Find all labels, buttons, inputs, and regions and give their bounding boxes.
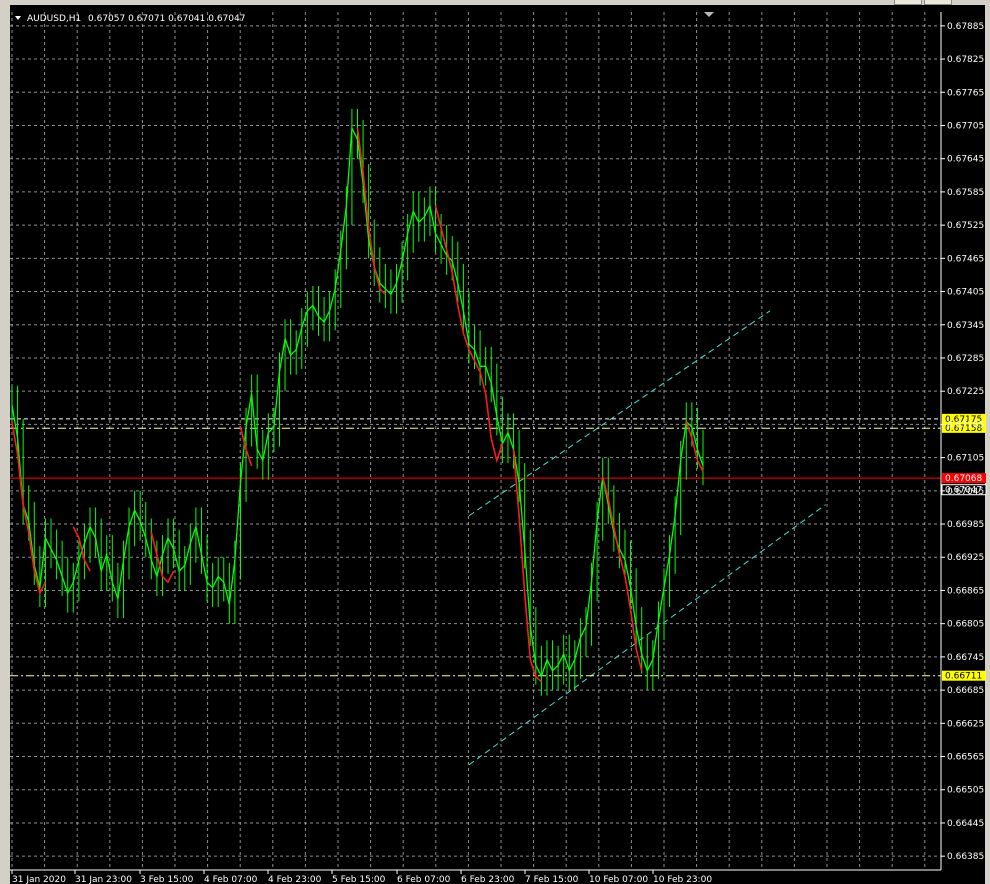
price-tick-label: 0.67885 [947,22,984,32]
price-tick-label: 0.66925 [947,553,984,563]
price-tick-label: 0.67465 [947,254,984,264]
price-label-text: 0.66711 [945,672,982,682]
time-tick-label: 7 Feb 15:00 [525,875,579,884]
price-tick-label: 0.66685 [947,686,984,696]
price-tick-label: 0.66985 [947,520,984,530]
price-tick-label: 0.66805 [947,620,984,630]
price-tick-label: 0.67345 [947,321,984,331]
symbol-label: AUDUSD,H1 [27,14,81,24]
price-tick-label: 0.67525 [947,221,984,231]
time-tick-label: 6 Feb 07:00 [397,875,451,884]
price-label-text: 0.67068 [945,474,982,484]
price-axis: 0.67885 0.67825 0.67765 0.67705 0.67645 0.675… [940,12,984,870]
plot-background [10,12,941,870]
price-tick-label: 0.67285 [947,354,984,364]
price-tick-label: 0.67585 [947,188,984,198]
price-tick-label: 0.67705 [947,121,984,131]
price-tick-label: 0.66625 [947,719,984,729]
time-tick-label: 31 Jan 23:00 [75,875,132,884]
price-tick-label: 0.67825 [947,55,984,65]
price-tick-label: 0.66505 [947,786,984,796]
price-tick-label: 0.66865 [947,586,984,596]
price-tick-label: 0.67225 [947,387,984,397]
price-tick-label: 0.67405 [947,288,984,298]
price-tick-label: 0.67165 [947,420,984,430]
time-tick-label: 31 Jan 2020 [12,875,66,884]
price-tick-label: 0.67765 [947,88,984,98]
ohlc-values: 0.67057 0.67071 0.67041 0.67047 [88,14,245,24]
time-tick-label: 10 Feb 23:00 [653,875,712,884]
price-chart[interactable]: 0.671750.671580.670680.670470.66711 0.67… [0,0,990,884]
time-tick-label: 4 Feb 23:00 [268,875,322,884]
price-tick-label: 0.67645 [947,155,984,165]
price-tick-label: 0.66385 [947,852,984,862]
price-tick-label: 0.67105 [947,454,984,464]
price-tick-label: 0.66745 [947,653,984,663]
time-tick-label: 5 Feb 15:00 [332,875,386,884]
price-tick-label: 0.66445 [947,819,984,829]
time-tick-label: 4 Feb 07:00 [204,875,258,884]
time-tick-label: 3 Feb 15:00 [140,875,194,884]
time-axis: 31 Jan 2020 31 Jan 23:00 3 Feb 15:00 4 Feb … [10,869,941,884]
price-tick-label: 0.66565 [947,753,984,763]
price-tick-label: 0.67045 [947,487,984,497]
time-tick-label: 6 Feb 23:00 [461,875,515,884]
time-tick-label: 10 Feb 07:00 [589,875,648,884]
